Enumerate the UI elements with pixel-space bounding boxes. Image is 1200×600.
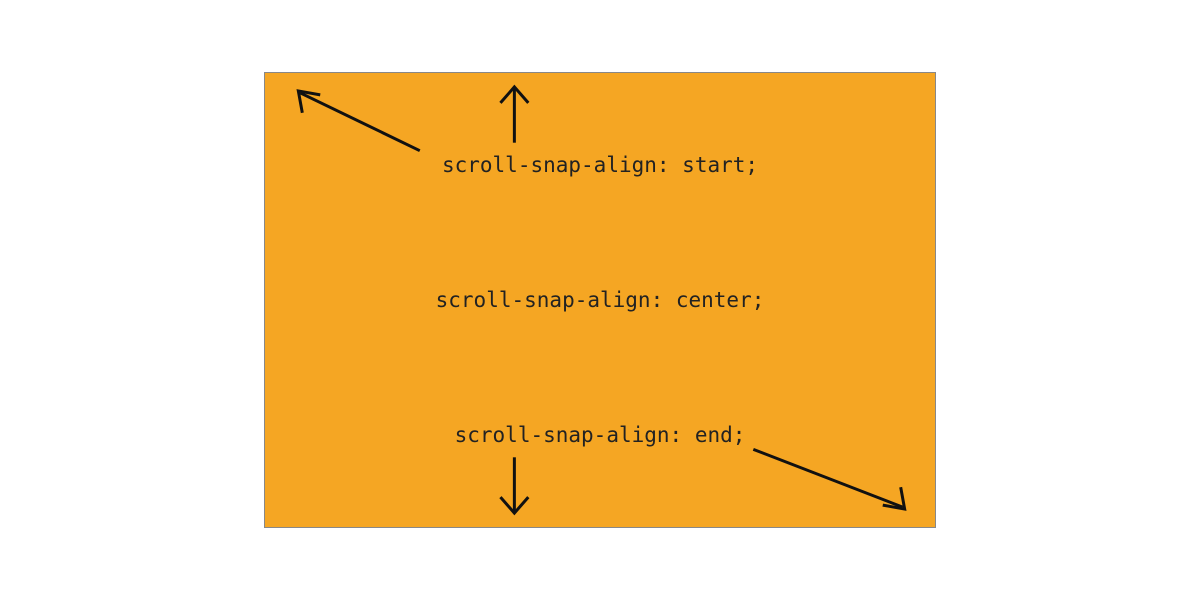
label-end: scroll-snap-align: end; <box>455 423 746 447</box>
arrow-down-icon <box>500 457 528 513</box>
label-center: scroll-snap-align: center; <box>436 288 765 312</box>
arrow-up-left-icon <box>298 91 419 151</box>
arrow-down-right-icon <box>753 449 904 509</box>
label-start: scroll-snap-align: start; <box>442 153 758 177</box>
scroll-snap-align-diagram: scroll-snap-align: start; scroll-snap-al… <box>264 72 936 528</box>
arrow-up-icon <box>500 87 528 143</box>
